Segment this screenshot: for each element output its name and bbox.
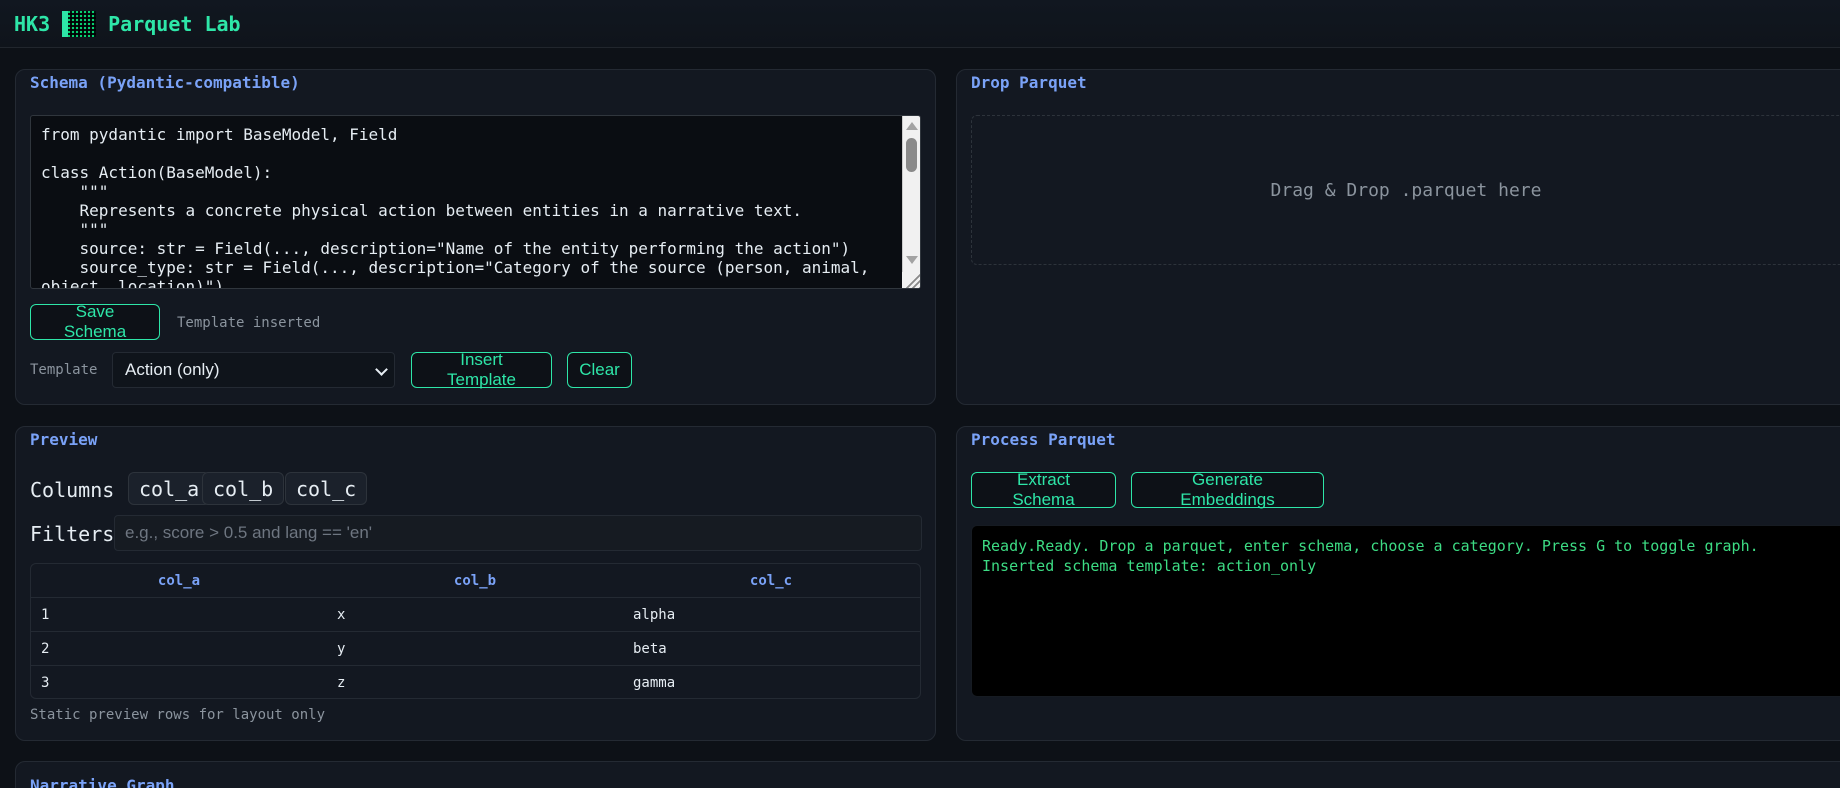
log-line: Inserted schema template: action_only <box>982 557 1317 575</box>
generate-embeddings-button[interactable]: Generate Embeddings <box>1131 470 1324 509</box>
top-bar: HK3 Parquet Lab <box>0 0 1840 48</box>
brand-prefix: HK3 <box>14 11 51 36</box>
template-label: Template <box>30 362 98 378</box>
column-chip[interactable]: col_c <box>285 472 368 505</box>
extract-schema-button[interactable]: Extract Schema <box>971 470 1116 509</box>
table-header-cell[interactable]: col_a <box>31 573 327 589</box>
process-panel-title: Process Parquet <box>971 430 1116 449</box>
scroll-down-icon[interactable] <box>906 256 918 264</box>
scroll-up-icon[interactable] <box>906 122 918 130</box>
schema-panel: Schema (Pydantic-compatible) from pydant… <box>15 69 936 405</box>
insert-template-button[interactable]: Insert Template <box>411 350 552 389</box>
table-cell: 1 <box>41 606 50 623</box>
editor-scrollbar[interactable] <box>902 116 920 288</box>
schema-status: Template inserted <box>177 315 321 331</box>
preview-panel: Preview Columns col_a col_b col_c Filter… <box>15 426 936 741</box>
table-header-cell[interactable]: col_c <box>623 573 919 589</box>
schema-code[interactable]: from pydantic import BaseModel, Field cl… <box>41 125 891 288</box>
schema-panel-title: Schema (Pydantic-compatible) <box>30 73 300 92</box>
save-schema-button[interactable]: Save Schema <box>30 302 160 341</box>
preview-table: col_a col_b col_c 1 x alpha 2 y beta 3 z… <box>30 563 921 699</box>
logo-icon <box>62 10 97 37</box>
scroll-thumb[interactable] <box>906 138 917 172</box>
template-select[interactable]: Action (only) <box>112 352 395 388</box>
columns-label: Columns <box>30 478 115 502</box>
parquet-dropzone[interactable]: Drag & Drop .parquet here <box>971 115 1840 265</box>
log-console: Ready.Ready. Drop a parquet, enter schem… <box>971 525 1840 697</box>
log-line: Ready.Ready. Drop a parquet, enter schem… <box>982 537 1759 555</box>
table-cell: y <box>337 640 346 657</box>
process-panel: Process Parquet Extract Schema Generate … <box>956 426 1840 741</box>
table-cell: beta <box>633 640 667 657</box>
narrative-panel: Narrative Graph <box>15 761 1840 788</box>
template-selected-value: Action (only) <box>125 360 220 379</box>
table-row: 2 y beta <box>31 632 920 666</box>
preview-panel-title: Preview <box>30 430 98 449</box>
table-header: col_a col_b col_c <box>31 564 920 598</box>
narrative-panel-title: Narrative Graph <box>30 776 175 788</box>
table-cell: 3 <box>41 675 50 691</box>
table-row: 3 z gamma <box>31 666 920 698</box>
column-chip[interactable]: col_a <box>128 472 211 505</box>
dropzone-text: Drag & Drop .parquet here <box>1270 179 1542 201</box>
table-cell: 2 <box>41 640 50 657</box>
filters-input[interactable] <box>114 515 922 551</box>
table-cell: x <box>337 606 346 623</box>
table-header-cell[interactable]: col_b <box>327 573 623 589</box>
drop-panel-title: Drop Parquet <box>971 73 1087 92</box>
table-cell: alpha <box>633 606 676 623</box>
preview-note: Static preview rows for layout only <box>30 707 326 723</box>
clear-button[interactable]: Clear <box>567 352 632 388</box>
app-title: Parquet Lab <box>108 11 241 36</box>
resize-grip-icon[interactable] <box>902 272 920 288</box>
filters-label: Filters <box>30 522 115 546</box>
table-row: 1 x alpha <box>31 598 920 632</box>
chevron-down-icon <box>375 363 388 376</box>
schema-editor[interactable]: from pydantic import BaseModel, Field cl… <box>30 115 921 289</box>
drop-panel: Drop Parquet Drag & Drop .parquet here <box>956 69 1840 405</box>
table-cell: z <box>337 675 346 691</box>
table-cell: gamma <box>633 675 676 691</box>
column-chip[interactable]: col_b <box>202 472 285 505</box>
